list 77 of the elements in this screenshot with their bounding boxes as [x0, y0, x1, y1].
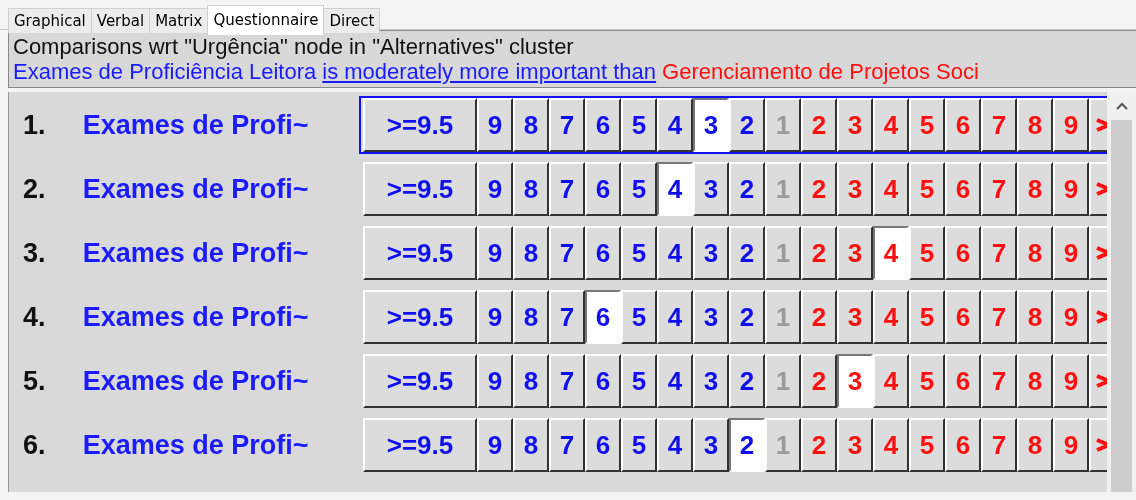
scale-button[interactable]: 6 — [585, 418, 621, 472]
tab[interactable]: Verbal — [90, 8, 151, 33]
tab[interactable]: Matrix — [149, 8, 209, 33]
scale-button[interactable]: 8 — [513, 290, 549, 344]
scale-button[interactable]: 3 — [837, 354, 873, 408]
scale-button[interactable]: 2 — [729, 98, 765, 152]
scale-button[interactable]: 5 — [621, 418, 657, 472]
tab[interactable]: Graphical — [8, 8, 92, 33]
verdict-link[interactable]: is moderately more important than — [322, 59, 657, 84]
scale-button[interactable]: 2 — [729, 162, 765, 216]
scale-button[interactable]: 3 — [693, 354, 729, 408]
scale-button[interactable]: 4 — [873, 226, 909, 280]
scale-button[interactable]: >=9.5 — [363, 162, 477, 216]
scale-button[interactable]: 9 — [477, 226, 513, 280]
scale-button[interactable]: >=9.5 — [363, 418, 477, 472]
scale-button[interactable]: 2 — [729, 354, 765, 408]
scale-button[interactable]: 9 — [477, 290, 513, 344]
scale-button[interactable]: >=9.5 — [363, 226, 477, 280]
row-number: 6. — [22, 429, 47, 461]
scale-button[interactable]: 7 — [549, 226, 585, 280]
scale-button[interactable]: 9 — [477, 354, 513, 408]
scale-button[interactable]: 6 — [585, 98, 621, 152]
comparison-label: Exames de Profi~ — [82, 365, 310, 397]
tab[interactable]: Questionnaire — [207, 5, 325, 35]
scale-button[interactable]: 6 — [585, 162, 621, 216]
scale-button[interactable]: 8 — [513, 354, 549, 408]
scale-button[interactable]: 6 — [585, 290, 621, 344]
comparison-label: Exames de Profi~ — [82, 109, 310, 141]
scale-button[interactable]: >=9.5 — [363, 98, 477, 152]
scale-button[interactable]: 6 — [585, 226, 621, 280]
scale-button[interactable]: 5 — [621, 162, 657, 216]
scale-button[interactable]: 9 — [477, 98, 513, 152]
comparison-label: Exames de Profi~ — [82, 173, 310, 205]
scale-button[interactable]: 2 — [729, 418, 765, 472]
scale-button[interactable]: 8 — [513, 98, 549, 152]
scale-button[interactable]: 4 — [657, 162, 693, 216]
row-number: 1. — [22, 109, 47, 141]
comparison-title: Comparisons wrt "Urgência" node in "Alternatives" cluster — [13, 34, 574, 59]
scale-button[interactable]: 5 — [621, 290, 657, 344]
scale-button[interactable]: 3 — [693, 290, 729, 344]
scale-button[interactable]: 7 — [549, 162, 585, 216]
row-number: 4. — [22, 301, 47, 333]
scale-button[interactable]: 4 — [657, 98, 693, 152]
scale-button[interactable]: 4 — [657, 290, 693, 344]
tab[interactable]: Direct — [323, 8, 381, 33]
left-node-name: Exames de Proficiência Leitora — [13, 59, 317, 84]
scale-button[interactable]: 3 — [693, 226, 729, 280]
scale-button[interactable]: 5 — [621, 226, 657, 280]
scale-button[interactable]: 6 — [585, 354, 621, 408]
scale-button[interactable]: 7 — [549, 354, 585, 408]
scale-button[interactable]: 3 — [693, 418, 729, 472]
row-number: 5. — [22, 365, 47, 397]
scale-button[interactable]: 8 — [513, 162, 549, 216]
comparison-label: Exames de Profi~ — [82, 301, 310, 333]
scale-button[interactable]: 5 — [621, 354, 657, 408]
scale-button[interactable]: 2 — [729, 290, 765, 344]
scale-button[interactable]: 4 — [657, 418, 693, 472]
comparison-label: Exames de Profi~ — [82, 429, 310, 461]
scale-button[interactable]: 7 — [549, 98, 585, 152]
scale-button[interactable]: 3 — [693, 162, 729, 216]
right-node-name: Gerenciamento de Projetos Soci — [662, 59, 979, 84]
scale-button[interactable]: 7 — [549, 290, 585, 344]
scale-button[interactable]: 3 — [693, 98, 729, 152]
row-number: 3. — [22, 237, 47, 269]
row-number: 2. — [22, 173, 47, 205]
scale-button[interactable]: 2 — [729, 226, 765, 280]
scale-button[interactable]: 7 — [549, 418, 585, 472]
comparison-label: Exames de Profi~ — [82, 237, 310, 269]
scale-button[interactable]: 9 — [477, 162, 513, 216]
scale-button[interactable]: 9 — [477, 418, 513, 472]
scale-button[interactable]: 8 — [513, 418, 549, 472]
scale-button[interactable]: 8 — [513, 226, 549, 280]
scale-button[interactable]: >=9.5 — [363, 290, 477, 344]
scale-button[interactable]: 4 — [657, 354, 693, 408]
scale-button[interactable]: >=9.5 — [363, 354, 477, 408]
scale-button[interactable]: 4 — [657, 226, 693, 280]
scale-button[interactable]: 5 — [621, 98, 657, 152]
